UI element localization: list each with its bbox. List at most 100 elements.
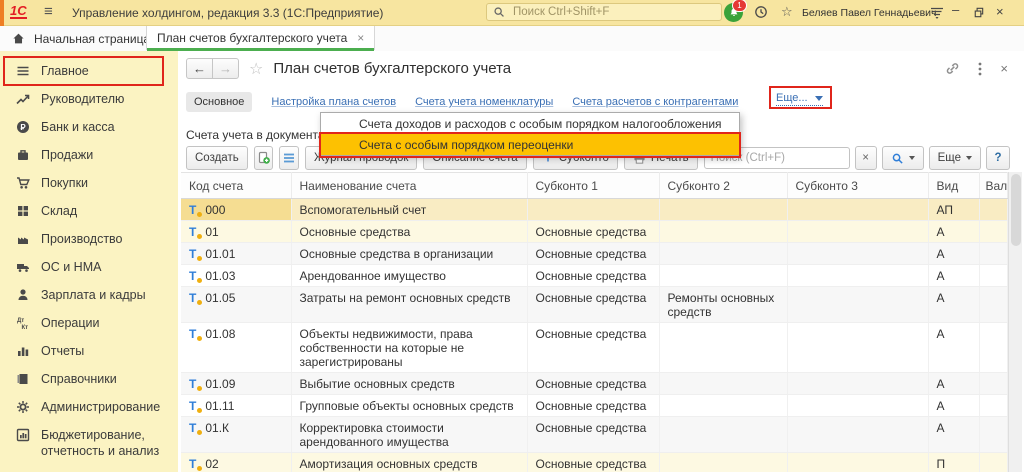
menu-icon (16, 64, 30, 78)
tab-bar: Начальная страница План счетов бухгалтер… (0, 26, 1024, 52)
sidebar-item-label: Зарплата и кадры (41, 287, 146, 303)
account-code: 01.11 (205, 399, 234, 413)
account-currency (979, 199, 1007, 221)
home-icon (12, 32, 25, 45)
create-button[interactable]: Создать (186, 146, 248, 170)
account-name: Затраты на ремонт основных средств (291, 287, 527, 323)
column-header[interactable]: Вал. (979, 173, 1007, 199)
minimize-button[interactable]: – (952, 2, 959, 17)
help-button[interactable]: ? (986, 146, 1010, 170)
subconto-2 (659, 243, 787, 265)
get-link-icon[interactable] (945, 61, 960, 76)
table-row[interactable]: Т01.09 Выбытие основных средств Основные… (181, 373, 1007, 395)
close-window-button[interactable]: × (996, 4, 1004, 19)
nav-tab[interactable]: Счета расчетов с контрагентами (572, 96, 738, 108)
sidebar-item[interactable]: Справочники (0, 365, 178, 393)
history-icon[interactable] (754, 5, 768, 19)
sidebar-item[interactable]: Отчеты (0, 337, 178, 365)
account-name: Арендованное имущество (291, 265, 527, 287)
subconto-3 (787, 417, 928, 453)
global-search-input[interactable] (511, 5, 715, 19)
table-row[interactable]: Т01.К Корректировка стоимости арендованн… (181, 417, 1007, 453)
sidebar-item[interactable]: Склад (0, 197, 178, 225)
account-code: 01.05 (205, 291, 235, 305)
subconto-2 (659, 265, 787, 287)
sidebar-item[interactable]: Производство (0, 225, 178, 253)
sidebar-item[interactable]: Главное (0, 57, 178, 85)
forward-button[interactable]: → (212, 58, 239, 79)
chevron-down-icon (815, 96, 823, 101)
more-actions-kebab-icon[interactable] (978, 62, 982, 76)
sidebar-item[interactable]: ДтКт Операции (0, 309, 178, 337)
notifications-bell-icon[interactable]: 1 (724, 3, 743, 22)
column-header[interactable]: Субконто 3 (787, 173, 928, 199)
subconto-2 (659, 199, 787, 221)
column-header[interactable]: Субконто 1 (527, 173, 659, 199)
chevron-down-icon (966, 156, 972, 160)
tab-chart-of-accounts[interactable]: План счетов бухгалтерского учета × (146, 26, 375, 50)
table-row[interactable]: Т01.11 Групповые объекты основных средст… (181, 395, 1007, 417)
list-more-button[interactable]: Еще (929, 146, 981, 170)
history-buttons: ← → (186, 58, 239, 79)
svg-text:Дт: Дт (17, 318, 24, 324)
column-header[interactable]: Код счета (181, 173, 291, 199)
dropdown-menu-item[interactable]: Счета с особым порядком переоценки (321, 134, 739, 155)
main-menu-icon[interactable]: ≡ (44, 3, 53, 20)
back-button[interactable]: ← (186, 58, 213, 79)
dropdown-menu-item[interactable]: Счета доходов и расходов с особым порядк… (321, 113, 739, 134)
table-row[interactable]: Т02 Амортизация основных средств Основны… (181, 453, 1007, 472)
clear-search-button[interactable]: × (855, 146, 877, 170)
account-code: 01.01 (205, 247, 235, 261)
global-search[interactable] (486, 3, 722, 21)
favorites-star-icon[interactable]: ☆ (781, 4, 793, 20)
account-code: 01 (205, 225, 218, 239)
more-link[interactable]: Еще... (776, 92, 823, 106)
column-header[interactable]: Субконто 2 (659, 173, 787, 199)
nav-tab[interactable]: Основное (186, 92, 252, 112)
tab-home[interactable]: Начальная страница (0, 26, 166, 51)
sidebar-item[interactable]: Покупки (0, 169, 178, 197)
sidebar-item[interactable]: Р Банк и касса (0, 113, 178, 141)
nav-tab[interactable]: Счета учета номенклатуры (415, 96, 553, 108)
account-currency (979, 373, 1007, 395)
sidebar-item[interactable]: Руководителю (0, 85, 178, 113)
sales-icon (16, 148, 30, 162)
current-user[interactable]: Беляев Павел Геннадьевич (802, 7, 937, 19)
account-currency (979, 395, 1007, 417)
create-group-icon[interactable] (254, 146, 274, 170)
list-view-icon[interactable] (279, 146, 299, 170)
column-header[interactable]: Наименование счета (291, 173, 527, 199)
table-row[interactable]: Т01 Основные средства Основные средства … (181, 221, 1007, 243)
sidebar-item[interactable]: Интеграция и (0, 465, 178, 472)
account-t-icon: Т (189, 247, 196, 261)
sidebar-item[interactable]: Бюджетирование, отчетность и анализ (0, 421, 178, 465)
sidebar-item[interactable]: Администрирование (0, 393, 178, 421)
nav-tab[interactable]: Настройка плана счетов (271, 96, 396, 108)
column-header[interactable]: Вид (928, 173, 979, 199)
sidebar-item[interactable]: ОС и НМА (0, 253, 178, 281)
sidebar-item[interactable]: Продажи (0, 141, 178, 169)
tab-close-icon[interactable]: × (357, 31, 364, 45)
list-more-label: Еще (938, 152, 961, 164)
table-row[interactable]: Т01.08 Объекты недвижимости, права собст… (181, 323, 1007, 373)
close-form-icon[interactable]: × (1000, 61, 1008, 76)
table-row[interactable]: Т01.01 Основные средства в организации О… (181, 243, 1007, 265)
table-scrollbar[interactable] (1008, 172, 1022, 472)
settings-menu-icon[interactable] (930, 6, 944, 20)
table-row[interactable]: Т000 Вспомогательный счет АП (181, 199, 1007, 221)
table-row[interactable]: Т01.05 Затраты на ремонт основных средст… (181, 287, 1007, 323)
subconto-1: Основные средства (527, 395, 659, 417)
add-favorite-star-icon[interactable]: ☆ (249, 59, 263, 79)
restore-button[interactable] (972, 6, 985, 19)
subconto-3 (787, 453, 928, 472)
sidebar-item[interactable]: Зарплата и кадры (0, 281, 178, 309)
search-options-button[interactable] (882, 146, 924, 170)
hr-icon (16, 288, 30, 302)
more-dropdown-menu: Счета доходов и расходов с особым порядк… (320, 112, 740, 156)
window-titlebar: 1С ≡ Управление холдингом, редакция 3.3 … (0, 0, 1024, 26)
account-name: Основные средства в организации (291, 243, 527, 265)
scrollbar-thumb[interactable] (1011, 174, 1021, 246)
account-name: Вспомогательный счет (291, 199, 527, 221)
table-row[interactable]: Т01.03 Арендованное имущество Основные с… (181, 265, 1007, 287)
subconto-3 (787, 265, 928, 287)
